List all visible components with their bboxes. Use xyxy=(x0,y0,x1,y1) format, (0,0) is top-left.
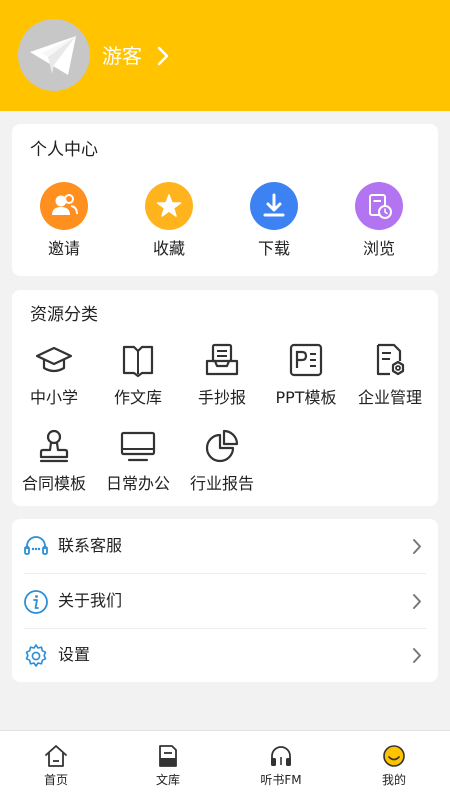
profile-header: 游客 xyxy=(0,0,450,111)
category-business-management[interactable]: 企业管理 xyxy=(348,341,432,421)
headphones-icon xyxy=(271,746,291,766)
ppt-icon xyxy=(289,343,323,377)
stamp-icon xyxy=(39,429,69,463)
section-title: 资源分类 xyxy=(30,305,98,325)
gear-icon xyxy=(25,644,47,667)
menu-item-contact-support[interactable]: 联系客服 xyxy=(12,519,438,573)
info-icon xyxy=(24,590,48,614)
category-ppt-templates[interactable]: PPT模板 xyxy=(264,341,348,421)
favorites-button[interactable]: 收藏 xyxy=(129,182,209,262)
menu-item-label: 联系客服 xyxy=(58,536,123,555)
downloads-button[interactable]: 下载 xyxy=(234,182,314,262)
resource-categories-card: 资源分类 中小学 作文库 手抄报 PPT模板 企业管理 合同模板 日常办公 行业… xyxy=(12,290,438,506)
chevron-right-icon xyxy=(413,539,421,554)
history-label: 浏览 xyxy=(362,239,395,258)
document-gear-icon xyxy=(376,343,405,376)
tab-home[interactable]: 首页 xyxy=(0,731,112,800)
favorites-label: 收藏 xyxy=(152,239,185,258)
tab-library[interactable]: 文库 xyxy=(112,731,224,800)
headset-icon xyxy=(24,536,48,555)
menu-item-about-us[interactable]: 关于我们 xyxy=(12,574,438,628)
pie-chart-icon xyxy=(205,429,239,463)
tab-label: 文库 xyxy=(155,773,180,787)
star-icon xyxy=(145,182,193,230)
category-primary-secondary-school[interactable]: 中小学 xyxy=(12,341,96,421)
chevron-right-icon xyxy=(413,594,421,609)
category-daily-office[interactable]: 日常办公 xyxy=(96,427,180,507)
open-book-icon xyxy=(122,345,154,378)
menu-item-label: 设置 xyxy=(58,645,91,664)
tab-audiobook-fm[interactable]: 听书FM xyxy=(225,731,337,800)
tab-label: 听书FM xyxy=(260,773,302,787)
inbox-document-icon xyxy=(205,343,239,376)
category-industry-reports[interactable]: 行业报告 xyxy=(180,427,264,507)
invite-button[interactable]: 邀请 xyxy=(24,182,104,262)
downloads-label: 下载 xyxy=(257,239,290,258)
category-handwritten-newspaper[interactable]: 手抄报 xyxy=(180,341,264,421)
graduation-cap-icon xyxy=(35,346,73,373)
section-title: 个人中心 xyxy=(30,140,98,160)
personal-center-card: 个人中心 邀请 收藏 下载 浏览 xyxy=(12,124,438,276)
bottom-tab-bar: 首页 文库 听书FM 我的 xyxy=(0,730,450,800)
category-label: 企业管理 xyxy=(357,388,422,407)
library-icon xyxy=(159,745,177,767)
menu-item-label: 关于我们 xyxy=(58,591,123,610)
chevron-right-icon xyxy=(413,648,421,663)
menu-item-settings[interactable]: 设置 xyxy=(12,628,438,682)
username-label[interactable]: 游客 xyxy=(102,42,142,70)
invite-label: 邀请 xyxy=(47,239,80,258)
tab-label: 首页 xyxy=(43,773,68,787)
home-icon xyxy=(45,745,67,767)
invite-icon xyxy=(40,182,88,230)
history-button[interactable]: 浏览 xyxy=(339,182,419,262)
chevron-right-icon[interactable] xyxy=(156,45,170,67)
smiley-icon xyxy=(383,745,405,767)
category-essays[interactable]: 作文库 xyxy=(96,341,180,421)
category-contract-templates[interactable]: 合同模板 xyxy=(12,427,96,507)
download-icon xyxy=(250,182,298,230)
tab-mine[interactable]: 我的 xyxy=(338,731,450,800)
monitor-icon xyxy=(120,431,156,462)
history-icon xyxy=(355,182,403,230)
category-label: 行业报告 xyxy=(189,474,254,493)
paper-plane-icon xyxy=(30,36,76,75)
settings-menu-card: 联系客服 关于我们 设置 xyxy=(12,519,438,682)
avatar[interactable] xyxy=(18,19,90,91)
tab-label: 我的 xyxy=(381,773,406,787)
